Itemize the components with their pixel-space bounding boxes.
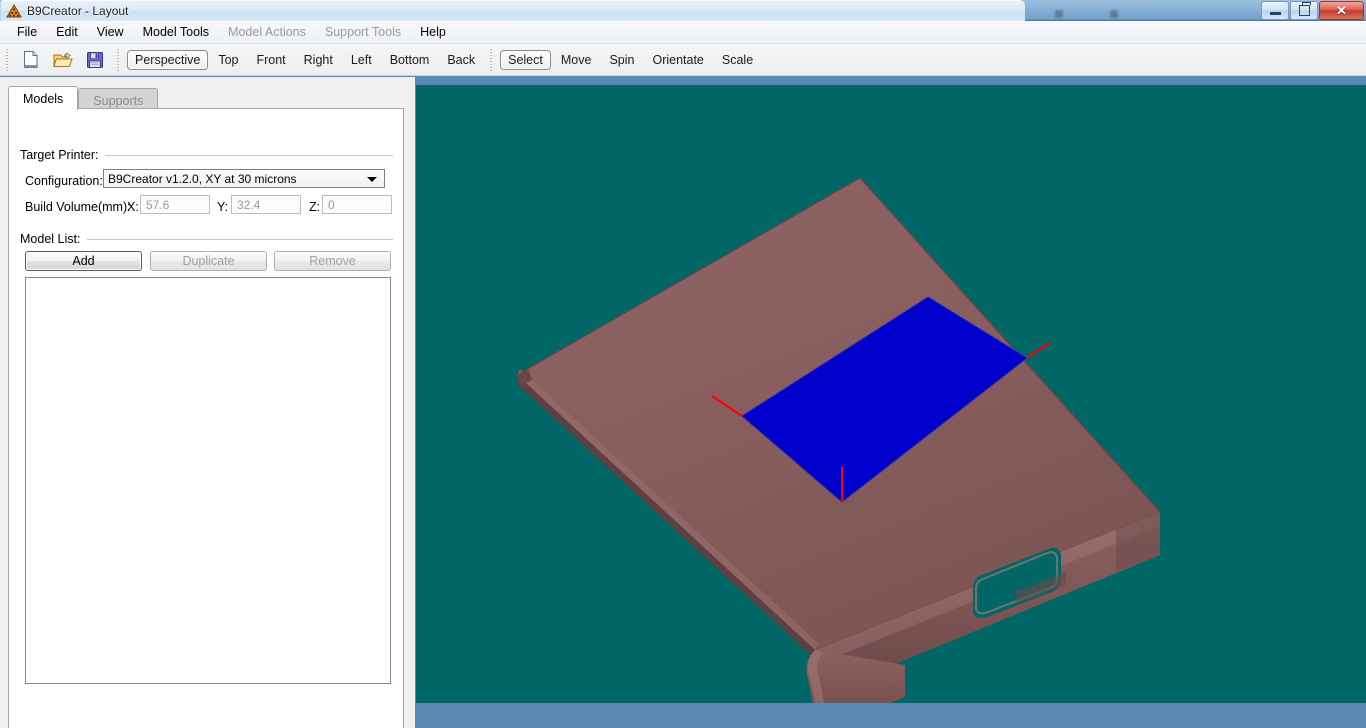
toolbar: Perspective Top Front Right Left Bottom …: [0, 44, 1366, 76]
configuration-label: Configuration:: [25, 174, 103, 188]
build-volume-z-label: Z:: [309, 200, 321, 214]
group-divider: [105, 155, 393, 156]
target-printer-group-label: Target Printer:: [20, 148, 103, 162]
panel-tabs: Models Supports: [8, 86, 159, 110]
view-button-bottom[interactable]: Bottom: [382, 50, 438, 70]
menu-item-edit[interactable]: Edit: [47, 22, 87, 42]
configuration-value: B9Creator v1.2.0, XY at 30 microns: [108, 171, 297, 186]
remove-model-button: Remove: [274, 251, 391, 271]
menu-item-file[interactable]: File: [8, 22, 46, 42]
tool-button-move[interactable]: Move: [553, 50, 600, 70]
tool-button-scale[interactable]: Scale: [714, 50, 761, 70]
view-button-front[interactable]: Front: [248, 50, 293, 70]
triangle-logo-icon: [6, 3, 22, 19]
build-volume-label: Build Volume(mm):: [25, 200, 131, 214]
open-folder-icon: [53, 52, 73, 67]
view-button-perspective[interactable]: Perspective: [127, 49, 209, 70]
menu-item-model-tools[interactable]: Model Tools: [134, 22, 218, 42]
title-bar: B9Creator - Layout: [0, 0, 1025, 21]
tab-models[interactable]: Models: [8, 86, 79, 110]
add-model-button[interactable]: Add: [25, 251, 142, 271]
save-button[interactable]: [81, 47, 109, 73]
open-folder-button[interactable]: [49, 47, 77, 73]
restore-button[interactable]: [1290, 1, 1318, 20]
build-volume-y-label: Y:: [217, 200, 229, 214]
duplicate-model-button: Duplicate: [150, 251, 267, 271]
menu-bar: File Edit View Model Tools Model Actions…: [0, 21, 1366, 44]
close-icon: ✕: [1336, 3, 1347, 18]
menu-item-help[interactable]: Help: [411, 22, 455, 42]
build-volume-y-field[interactable]: 32.4: [231, 195, 301, 214]
chevron-down-icon: [367, 176, 377, 182]
screen-root: B9Creator - Layout ✕ File Edit View Mode…: [0, 0, 1366, 728]
main-window: B9Creator - Layout ✕ File Edit View Mode…: [0, 0, 1366, 728]
menu-item-model-actions: Model Actions: [228, 25, 306, 39]
view-button-back[interactable]: Back: [439, 50, 483, 70]
build-volume-x-label: X:: [127, 200, 139, 214]
minimize-icon: [1269, 12, 1281, 15]
build-volume-x-field[interactable]: 57.6: [140, 195, 210, 214]
view-button-right[interactable]: Right: [296, 50, 341, 70]
new-file-button[interactable]: [17, 47, 45, 73]
tool-button-spin[interactable]: Spin: [601, 50, 642, 70]
view-button-top[interactable]: Top: [210, 50, 246, 70]
window-title: B9Creator - Layout: [27, 4, 129, 18]
left-panel: Models Supports Target Printer: Configur…: [0, 77, 415, 728]
minimize-button[interactable]: [1261, 1, 1289, 20]
new-file-icon: [24, 51, 38, 68]
view-button-left[interactable]: Left: [343, 50, 380, 70]
models-tab-panel: Target Printer: Configuration: B9Creator…: [8, 108, 404, 728]
build-volume-y-value: 32.4: [237, 197, 261, 212]
model-list[interactable]: [25, 277, 391, 684]
group-divider: [87, 239, 393, 240]
3d-viewport[interactable]: [416, 85, 1366, 703]
tool-button-select[interactable]: Select: [500, 49, 551, 70]
toolbar-grip[interactable]: [4, 48, 11, 71]
build-volume-x-value: 57.6: [146, 197, 170, 212]
build-volume-z-value: 0: [328, 197, 335, 212]
toolbar-grip[interactable]: [488, 48, 496, 71]
toolbar-grip[interactable]: [115, 48, 122, 71]
tab-supports[interactable]: Supports: [78, 88, 159, 110]
menu-item-support-tools: Support Tools: [324, 25, 402, 39]
build-plate-scene: [416, 85, 1366, 703]
restore-icon: [1298, 2, 1311, 16]
close-button[interactable]: ✕: [1319, 1, 1364, 20]
configuration-select[interactable]: B9Creator v1.2.0, XY at 30 microns: [103, 169, 385, 188]
tool-button-orientate[interactable]: Orientate: [644, 50, 711, 70]
build-volume-z-field[interactable]: 0: [322, 195, 392, 214]
window-controls: ✕: [1261, 1, 1364, 20]
menu-item-view[interactable]: View: [88, 22, 133, 42]
save-disk-icon: [87, 51, 103, 68]
model-list-group-label: Model List:: [20, 232, 85, 246]
